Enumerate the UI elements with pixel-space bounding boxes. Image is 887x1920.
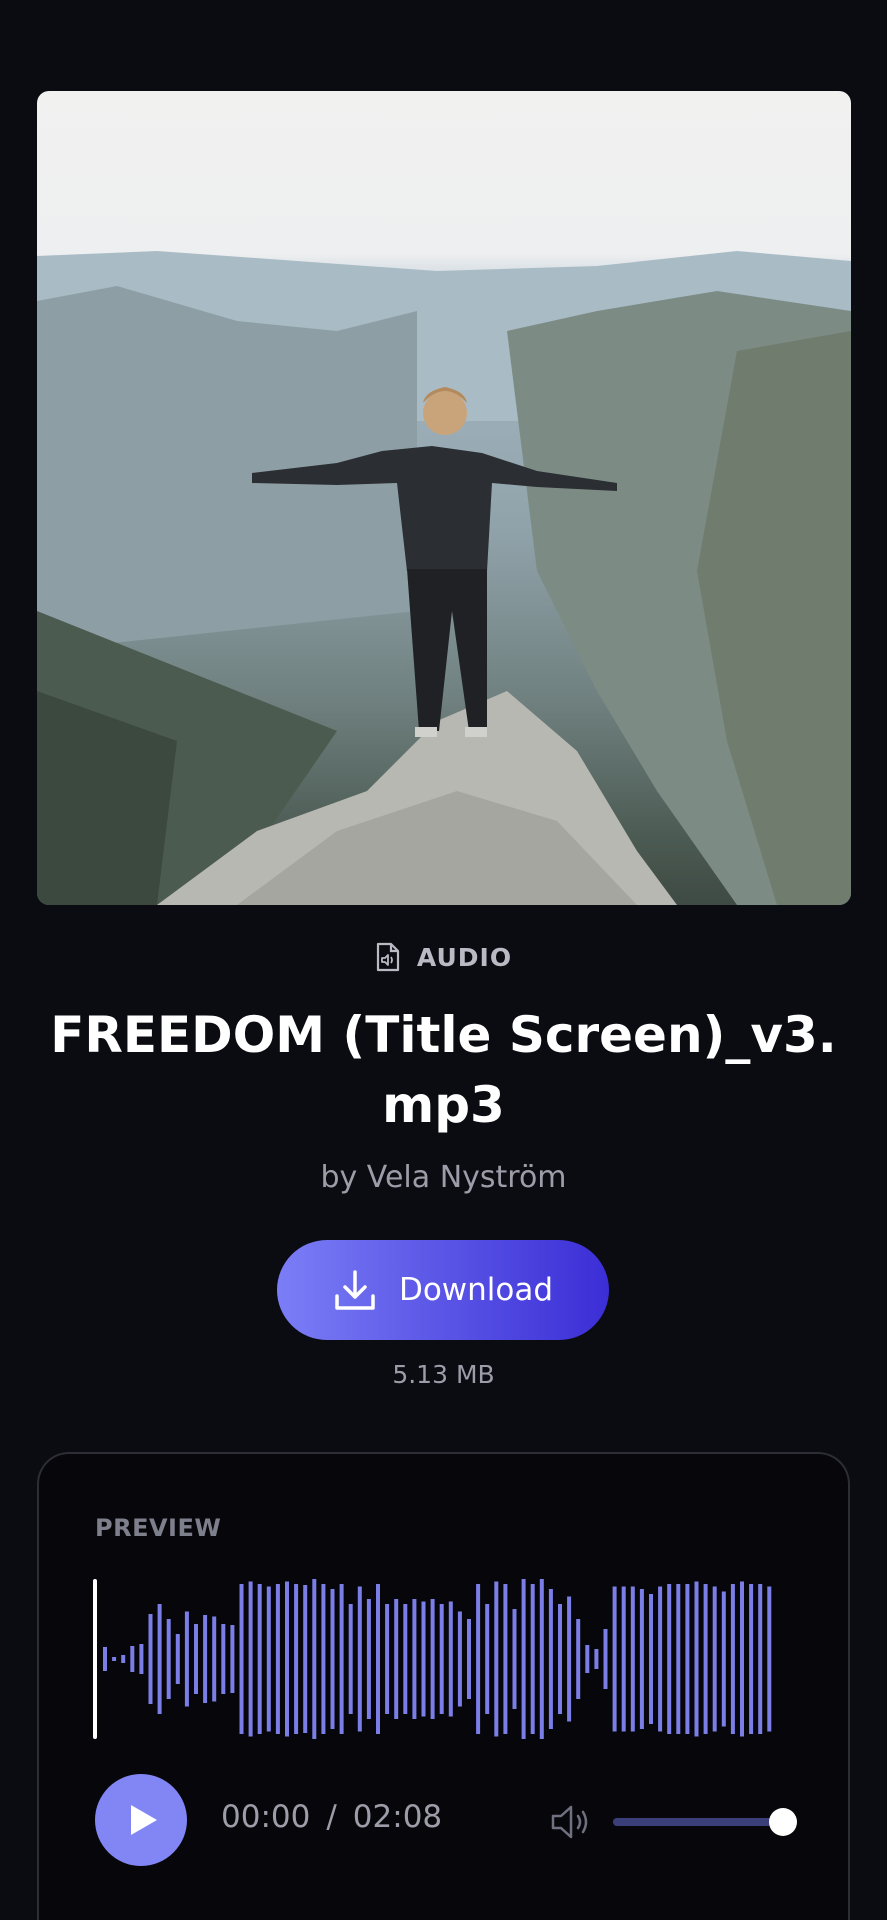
waveform-bar xyxy=(448,1601,453,1717)
preview-label: PREVIEW xyxy=(95,1514,222,1542)
waveform-bar xyxy=(294,1584,299,1734)
cover-image xyxy=(37,91,851,905)
waveform-bar xyxy=(312,1579,317,1739)
waveform-bar xyxy=(594,1649,599,1669)
waveform-bar xyxy=(266,1586,271,1732)
waveform-bar xyxy=(194,1624,198,1694)
waveform-bar xyxy=(676,1584,681,1734)
volume-slider[interactable] xyxy=(613,1808,797,1836)
waveform-bar xyxy=(303,1585,308,1733)
waveform-bar xyxy=(730,1584,735,1734)
waveform-bar xyxy=(275,1584,280,1734)
waveform-bar xyxy=(221,1624,226,1694)
waveform-bar xyxy=(430,1599,435,1719)
cover-photo-mountain xyxy=(37,251,851,905)
waveform-bar xyxy=(285,1581,289,1737)
current-time: 00:00 xyxy=(221,1799,311,1835)
waveform-bar xyxy=(348,1604,353,1714)
waveform-bar xyxy=(203,1615,208,1703)
waveform-bar xyxy=(548,1589,553,1729)
waveform-bar xyxy=(112,1657,117,1661)
waveform-bar xyxy=(758,1584,763,1734)
waveform-bar xyxy=(712,1586,717,1732)
waveform-bar xyxy=(357,1586,362,1732)
waveform-bar xyxy=(230,1625,235,1693)
waveform-bar xyxy=(175,1634,180,1684)
time-separator: / xyxy=(326,1799,337,1835)
time-display: 00:00 / 02:08 xyxy=(221,1799,442,1835)
duration: 02:08 xyxy=(352,1799,443,1835)
waveform-bar xyxy=(694,1581,699,1737)
playhead[interactable] xyxy=(93,1579,97,1739)
waveform-bar xyxy=(585,1645,590,1673)
waveform-bar xyxy=(248,1581,253,1737)
waveform-bar xyxy=(385,1604,390,1714)
waveform-bar xyxy=(539,1579,544,1739)
play-button[interactable] xyxy=(95,1774,187,1866)
waveform-bar xyxy=(721,1591,726,1727)
volume-icon[interactable] xyxy=(549,1802,593,1842)
waveform-bar xyxy=(403,1604,408,1714)
file-type-row: AUDIO xyxy=(0,942,887,972)
waveform-bar xyxy=(321,1584,326,1734)
waveform-bar xyxy=(667,1584,672,1734)
waveform-bar xyxy=(767,1586,772,1732)
waveform-bar xyxy=(621,1586,626,1732)
file-type-label: AUDIO xyxy=(416,942,513,972)
artist-name: by Vela Nyström xyxy=(320,1160,567,1195)
waveform-bar xyxy=(103,1647,107,1671)
waveform-bar xyxy=(366,1599,371,1719)
waveform-bar xyxy=(639,1589,644,1729)
waveform-bar xyxy=(439,1604,444,1714)
volume-fill xyxy=(613,1818,783,1826)
waveform-bar xyxy=(421,1601,426,1717)
file-size: 5.13 MB xyxy=(392,1360,495,1389)
waveform-bar xyxy=(394,1599,399,1719)
waveform-bar xyxy=(567,1596,572,1722)
waveform-bar xyxy=(512,1609,517,1709)
waveform-bar xyxy=(239,1584,244,1734)
waveform-bar xyxy=(184,1611,189,1707)
play-icon xyxy=(131,1805,157,1835)
waveform-bar xyxy=(130,1646,135,1672)
waveform-bar xyxy=(330,1589,335,1729)
waveform-bar xyxy=(339,1584,344,1734)
waveform-bar xyxy=(148,1614,153,1704)
waveform-bar xyxy=(166,1619,171,1699)
waveform-bar xyxy=(703,1584,708,1734)
download-icon xyxy=(335,1270,375,1310)
waveform-bar xyxy=(649,1594,653,1724)
waveform-bar xyxy=(576,1619,581,1699)
waveform-bar xyxy=(457,1611,462,1707)
waveform-bar xyxy=(558,1604,562,1714)
download-button[interactable]: Download xyxy=(277,1240,609,1340)
waveform-bar xyxy=(685,1584,690,1734)
waveform-bar xyxy=(257,1584,262,1734)
waveform-bar xyxy=(476,1584,481,1734)
waveform-bar xyxy=(521,1579,526,1739)
file-title: FREEDOM (Title Screen)_v3.mp3 xyxy=(50,1006,837,1134)
waveform-bar xyxy=(630,1586,635,1732)
waveform-bar xyxy=(740,1581,744,1737)
waveform-bar xyxy=(467,1619,471,1699)
waveform-bar xyxy=(485,1604,490,1714)
waveform-bar xyxy=(139,1644,144,1674)
waveform-bar xyxy=(749,1584,754,1734)
waveform[interactable] xyxy=(93,1574,793,1744)
waveform-bar xyxy=(530,1584,535,1734)
waveform-bar xyxy=(494,1581,499,1737)
volume-knob[interactable] xyxy=(769,1808,797,1836)
waveform-bar xyxy=(376,1584,380,1734)
waveform-bar xyxy=(412,1599,417,1719)
waveform-bar xyxy=(212,1616,217,1702)
waveform-bar xyxy=(503,1584,508,1734)
preview-panel: PREVIEW 00:00 / 02:08 xyxy=(37,1452,850,1920)
waveform-bar xyxy=(157,1604,162,1714)
audio-file-icon xyxy=(376,942,400,972)
waveform-bar xyxy=(658,1586,663,1732)
waveform-bar xyxy=(612,1586,617,1732)
waveform-bar xyxy=(121,1655,126,1663)
waveform-bar xyxy=(603,1629,608,1689)
download-label: Download xyxy=(398,1272,554,1308)
